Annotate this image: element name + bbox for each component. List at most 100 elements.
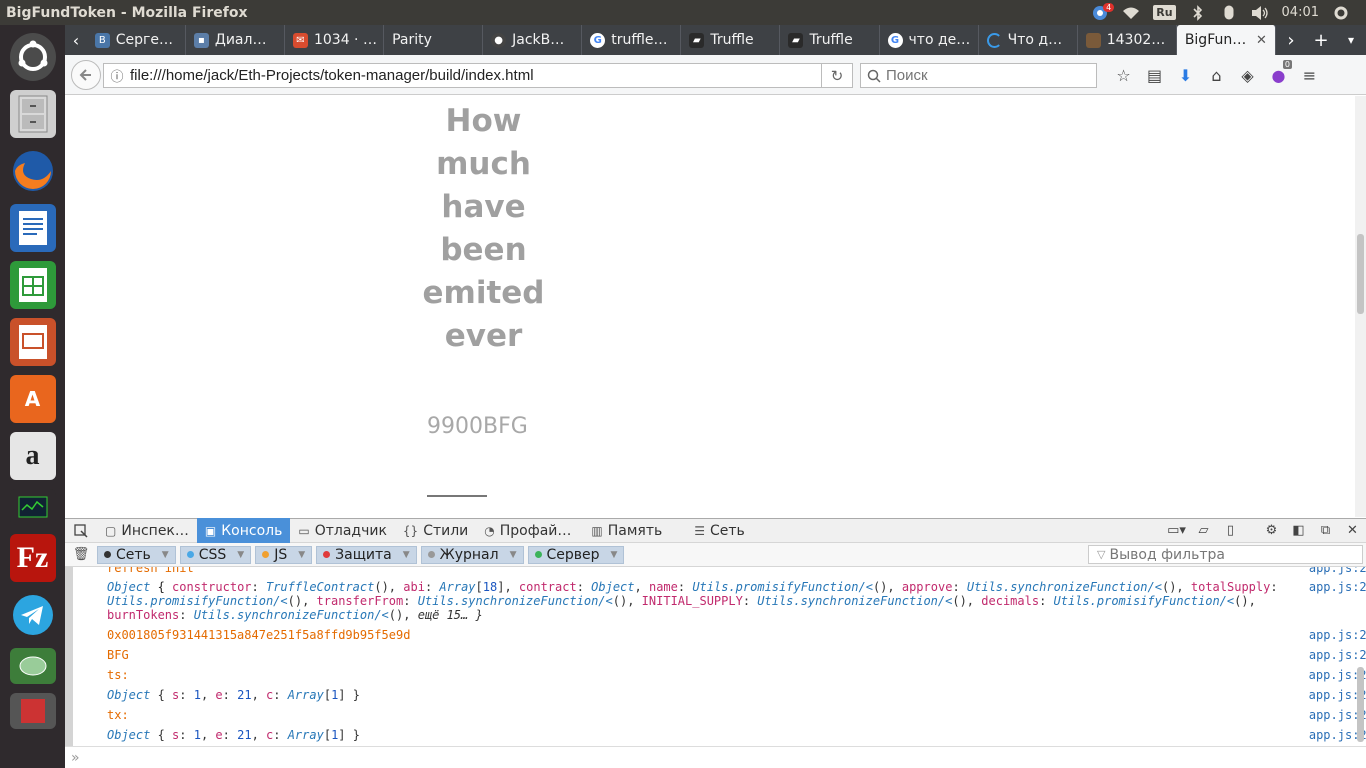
clear-console-trash-icon[interactable]: 🗑: [65, 547, 97, 562]
close-tab-icon[interactable]: ✕: [1256, 33, 1275, 48]
screenshot-icon[interactable]: ▯: [1217, 518, 1244, 543]
mail-icon: ✉: [292, 32, 308, 48]
tab-label: 1034 · …: [313, 32, 377, 48]
chat-icon: ▪: [193, 32, 209, 48]
console-input[interactable]: »: [65, 746, 1366, 768]
devtools-tab-style-editor[interactable]: {} Стили: [395, 518, 476, 543]
all-tabs-dropdown-icon[interactable]: ▾: [1336, 25, 1366, 55]
app-icon-red[interactable]: [9, 693, 56, 729]
tab-4[interactable]: ● JackB…: [483, 25, 583, 55]
devtools-tab-label: Консоль: [221, 522, 283, 539]
console-scrollbar-thumb[interactable]: [1357, 667, 1364, 742]
libreoffice-writer-icon[interactable]: [9, 204, 56, 252]
menu-hamburger-icon[interactable]: ≡: [1294, 63, 1325, 88]
chromium-notify-icon[interactable]: 4: [1091, 2, 1115, 21]
tabs-scroll-left-icon[interactable]: ‹: [65, 25, 87, 55]
console-source-link[interactable]: app.js:22072:5: [1309, 580, 1366, 594]
search-input[interactable]: [886, 67, 1086, 84]
tab-label: BigFun…: [1184, 32, 1247, 48]
filezilla-icon[interactable]: Fz: [9, 534, 56, 582]
devtools-tab-network[interactable]: ☰ Сеть: [670, 518, 753, 543]
settings-gear-icon[interactable]: ⚙: [1258, 518, 1285, 543]
wifi-icon[interactable]: [1122, 5, 1140, 21]
system-gear-icon[interactable]: [1332, 5, 1350, 21]
devtools-tab-memory[interactable]: ▥ Память: [579, 518, 670, 543]
filter-js[interactable]: JS ▼: [255, 545, 313, 564]
search-box[interactable]: [860, 63, 1097, 88]
back-button[interactable]: [71, 59, 101, 90]
tab-9[interactable]: Что д…: [979, 25, 1078, 55]
libreoffice-calc-icon[interactable]: [9, 261, 56, 309]
filter-network[interactable]: Сеть ▼: [97, 545, 176, 564]
mouse-battery-icon[interactable]: [1220, 5, 1238, 21]
pocket-icon[interactable]: ◈: [1232, 63, 1263, 88]
heading-line: emited: [422, 275, 545, 311]
filter-output-input[interactable]: ▽ Вывод фильтра: [1088, 545, 1363, 564]
telegram-icon[interactable]: [10, 591, 56, 639]
url-input[interactable]: [130, 67, 790, 84]
tab-label: JackB…: [512, 32, 565, 48]
console-line[interactable]: Object { constructor: TruffleContract(),…: [107, 580, 1366, 594]
tab-10[interactable]: 14302…: [1078, 25, 1177, 55]
tab-7[interactable]: ▰ Truffle: [780, 25, 880, 55]
console-source-link[interactable]: app.js:22069:5: [1309, 567, 1366, 575]
filter-server[interactable]: Сервер ▼: [527, 545, 625, 564]
console-line[interactable]: Object { s: 1, e: 21, c: Array[1] } app.…: [107, 688, 1366, 702]
dock-side-icon[interactable]: ◧: [1285, 518, 1312, 543]
tab-11-active[interactable]: BigFun… ✕: [1176, 25, 1276, 55]
page-scrollbar[interactable]: [1355, 96, 1366, 517]
filter-dot: [262, 551, 270, 558]
tab-2[interactable]: ✉ 1034 · …: [285, 25, 385, 55]
console-line: refresh init app.js:22069:5: [107, 567, 1366, 575]
reload-icon: ↻: [830, 66, 844, 85]
volume-icon[interactable]: [1251, 5, 1269, 21]
tab-label: Что д…: [1007, 32, 1063, 48]
extension-icon[interactable]: ● 0: [1263, 60, 1294, 88]
downloads-icon[interactable]: ⬇: [1170, 63, 1201, 88]
amazon-icon[interactable]: a: [9, 432, 56, 480]
filter-security[interactable]: Защита ▼: [316, 545, 417, 564]
google-icon: G: [590, 32, 606, 48]
ubuntu-dash-icon[interactable]: [9, 33, 56, 81]
firefox-icon[interactable]: [10, 147, 56, 195]
tab-6[interactable]: ▰ Truffle: [681, 25, 781, 55]
tabs-scroll-right-icon[interactable]: ›: [1276, 25, 1306, 55]
console-source-link[interactable]: app.js:22080:5: [1309, 648, 1366, 662]
keyboard-layout-indicator[interactable]: Ru: [1153, 5, 1176, 20]
console-source-link[interactable]: app.js:22074:5: [1309, 628, 1366, 642]
close-devtools-icon[interactable]: ✕: [1339, 518, 1366, 543]
tab-8[interactable]: G что де…: [880, 25, 979, 55]
reload-button[interactable]: ↻: [821, 63, 853, 88]
devtools-tab-profiler[interactable]: ◔ Профай…: [476, 518, 579, 543]
library-icon[interactable]: ▤: [1139, 63, 1170, 88]
responsive-mode-icon[interactable]: ▱: [1190, 518, 1217, 543]
site-info-icon[interactable]: ⓘ: [104, 66, 130, 85]
system-monitor-icon[interactable]: [9, 489, 56, 525]
tab-5[interactable]: G truffle…: [582, 25, 682, 55]
console-line: tx: app.js:22120:9: [107, 708, 1366, 722]
tab-0[interactable]: B Серге…: [87, 25, 186, 55]
undock-window-icon[interactable]: ⧉: [1312, 518, 1339, 543]
element-picker-icon[interactable]: [65, 518, 97, 543]
devtools-tab-inspector[interactable]: ▢ Инспек…: [97, 518, 197, 543]
bluetooth-icon[interactable]: [1189, 4, 1207, 21]
split-console-icon[interactable]: ▭▾: [1163, 518, 1190, 543]
clock[interactable]: 04:01: [1282, 5, 1319, 20]
home-icon[interactable]: ⌂: [1201, 63, 1232, 88]
bookmark-star-icon[interactable]: ☆: [1108, 63, 1139, 88]
app-icon-green[interactable]: [9, 648, 56, 684]
devtools-tab-console[interactable]: ▣ Консоль: [196, 518, 291, 543]
file-cabinet-icon[interactable]: [9, 90, 56, 138]
page-scrollbar-thumb[interactable]: [1357, 234, 1364, 314]
tab-1[interactable]: ▪ Диал…: [186, 25, 285, 55]
filter-css[interactable]: CSS ▼: [179, 545, 252, 564]
devtools-tab-debugger[interactable]: ▭ Отладчик: [290, 518, 395, 543]
filter-logging[interactable]: Журнал ▼: [420, 545, 524, 564]
tab-3[interactable]: Parity: [384, 25, 484, 55]
software-center-icon[interactable]: A: [9, 375, 56, 423]
web-page: How much have been emited ever 9900BFG: [65, 96, 1355, 517]
console-line[interactable]: Object { s: 1, e: 21, c: Array[1] } app.…: [107, 728, 1366, 742]
url-bar[interactable]: ⓘ: [103, 63, 850, 88]
new-tab-icon[interactable]: +: [1306, 25, 1336, 55]
libreoffice-impress-icon[interactable]: [9, 318, 56, 366]
